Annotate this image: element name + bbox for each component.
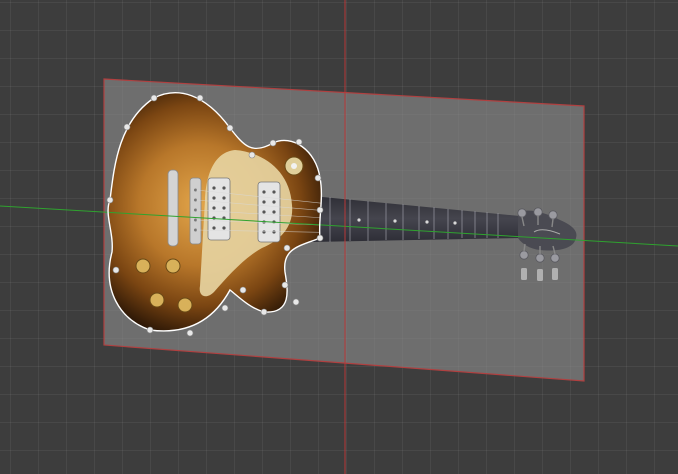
vertex-icon[interactable] <box>248 151 256 159</box>
vertex-icon[interactable] <box>269 139 277 147</box>
neck-pickup <box>257 181 281 243</box>
vertex-icon[interactable] <box>112 266 120 274</box>
tuner-icon <box>550 253 560 263</box>
vertex-icon[interactable] <box>281 281 289 289</box>
vertex-icon[interactable] <box>221 304 229 312</box>
volume-knob <box>149 292 165 308</box>
vertex-icon[interactable] <box>260 308 268 316</box>
viewport-scene <box>0 0 678 474</box>
tuner-icon <box>533 207 543 217</box>
3d-viewport[interactable] <box>0 0 678 474</box>
vertex-icon[interactable] <box>123 123 131 131</box>
vertex-icon[interactable] <box>283 244 291 252</box>
vertex-icon[interactable] <box>146 326 154 334</box>
vertex-icon[interactable] <box>316 234 324 242</box>
tuner-icon <box>519 250 529 260</box>
volume-knob <box>135 258 151 274</box>
tone-knob <box>177 297 193 313</box>
tuner-icon <box>535 253 545 263</box>
vertex-icon[interactable] <box>292 298 300 306</box>
tuner-icon <box>517 208 527 218</box>
vertex-icon[interactable] <box>106 196 114 204</box>
vertex-icon[interactable] <box>314 174 322 182</box>
vertex-icon[interactable] <box>316 206 324 214</box>
vertex-icon[interactable] <box>150 94 158 102</box>
tuner-icon <box>548 210 558 220</box>
bridge <box>167 169 179 247</box>
vertex-icon[interactable] <box>196 94 204 102</box>
vertex-icon[interactable] <box>295 138 303 146</box>
vertex-icon[interactable] <box>239 286 247 294</box>
vertex-icon[interactable] <box>186 329 194 337</box>
vertex-icon[interactable] <box>226 124 234 132</box>
tone-knob <box>165 258 181 274</box>
